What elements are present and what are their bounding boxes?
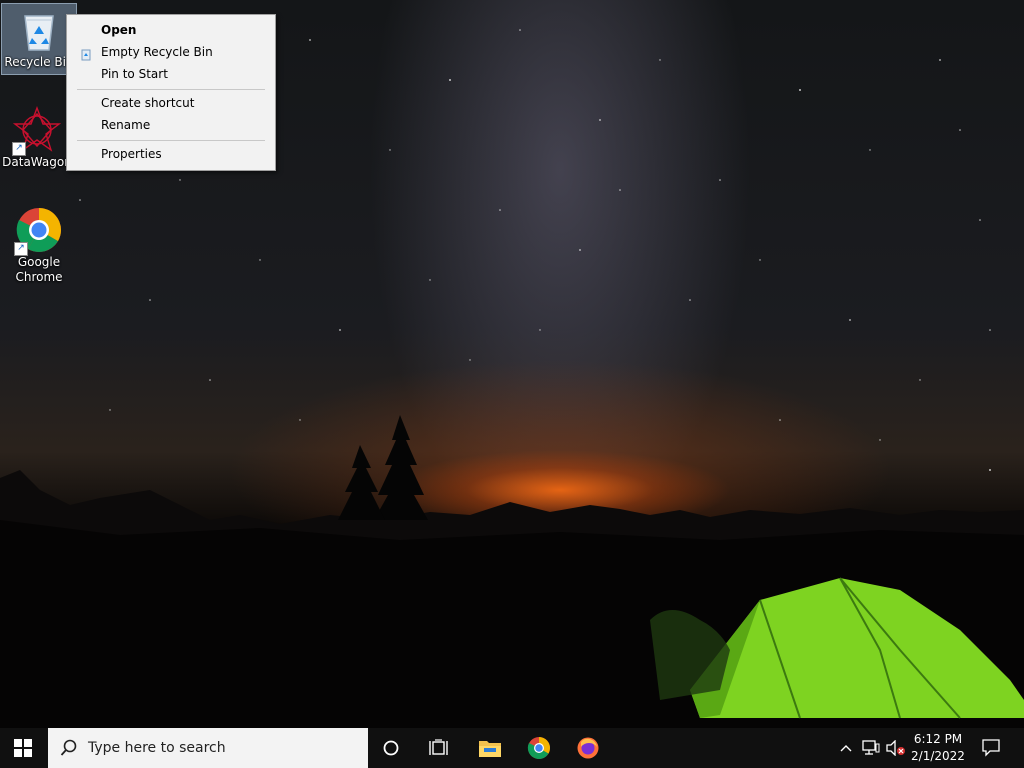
recycle-bin-icon xyxy=(15,6,63,54)
action-center-button[interactable] xyxy=(976,728,1006,768)
search-placeholder: Type here to search xyxy=(88,740,226,756)
desktop-icon-recycle-bin[interactable]: Recycle Bin xyxy=(1,3,77,75)
chrome-icon: ↗ xyxy=(14,206,63,256)
desktop-icon-label: Recycle Bin xyxy=(4,55,74,69)
volume-muted-icon xyxy=(886,740,905,756)
task-view-icon xyxy=(429,739,448,755)
task-view-button[interactable] xyxy=(416,728,462,768)
datawagon-icon: ↗ xyxy=(12,106,62,156)
windows-start-icon xyxy=(14,739,32,757)
menu-item-open[interactable]: Open xyxy=(67,19,275,41)
start-button[interactable] xyxy=(0,728,46,768)
menu-item-label: Empty Recycle Bin xyxy=(101,45,213,59)
desktop-icon-google-chrome[interactable]: ↗ Google Chrome xyxy=(2,204,76,288)
clock-time: 6:12 PM xyxy=(913,732,963,746)
shortcut-arrow-icon: ↗ xyxy=(12,142,26,156)
menu-item-properties[interactable]: Properties xyxy=(67,143,275,165)
notification-icon xyxy=(982,739,1000,757)
context-menu: Open Empty Recycle Bin Pin to Start Crea… xyxy=(66,14,276,171)
network-icon xyxy=(862,740,880,755)
cortana-icon xyxy=(383,740,399,756)
firefox-icon xyxy=(577,737,599,759)
chevron-up-icon xyxy=(840,745,852,752)
menu-separator xyxy=(77,89,265,90)
desktop-icon-label: Google Chrome xyxy=(15,255,63,284)
volume-button[interactable] xyxy=(884,728,908,768)
menu-item-create-shortcut[interactable]: Create shortcut xyxy=(67,92,275,114)
chrome-icon xyxy=(527,737,550,759)
file-explorer-icon xyxy=(479,741,501,757)
cortana-button[interactable] xyxy=(368,728,414,768)
desktop-icon-label: DataWagon xyxy=(2,155,72,169)
search-box[interactable]: Type here to search xyxy=(48,728,368,768)
file-explorer-button[interactable] xyxy=(467,728,513,768)
menu-item-empty-recycle-bin[interactable]: Empty Recycle Bin xyxy=(67,41,275,63)
clock[interactable]: 6:12 PM 2/1/2022 xyxy=(908,731,968,765)
recycle-bin-small-icon xyxy=(80,46,92,61)
firefox-taskbar-button[interactable] xyxy=(565,728,611,768)
menu-separator xyxy=(77,140,265,141)
desktop-icon-datawagon[interactable]: ↗ DataWagon xyxy=(0,104,74,178)
search-icon xyxy=(60,739,77,756)
menu-item-rename[interactable]: Rename xyxy=(67,114,275,136)
shortcut-arrow-icon: ↗ xyxy=(14,242,28,256)
taskbar: Type here to search 6:12 PM 2/1/2022 xyxy=(0,728,1024,768)
show-hidden-icons-button[interactable] xyxy=(836,728,856,768)
menu-item-pin-to-start[interactable]: Pin to Start xyxy=(67,63,275,85)
clock-date: 2/1/2022 xyxy=(911,749,965,763)
network-button[interactable] xyxy=(859,728,883,768)
chrome-taskbar-button[interactable] xyxy=(516,728,562,768)
